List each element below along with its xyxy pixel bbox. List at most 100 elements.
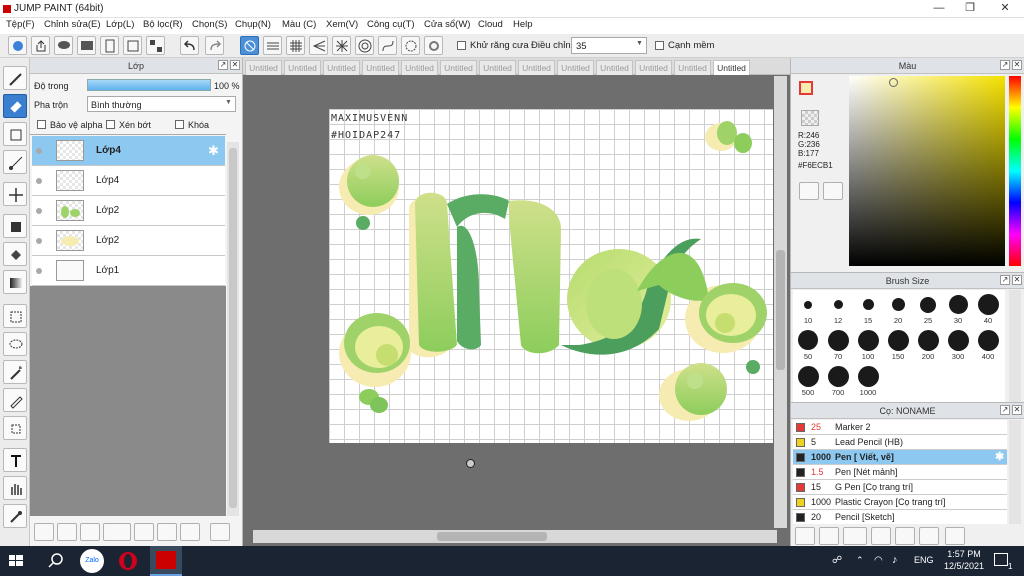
new-canvas-button[interactable] bbox=[8, 36, 27, 55]
opera-icon[interactable] bbox=[116, 549, 140, 573]
brush-size-option[interactable]: 25 bbox=[913, 292, 943, 326]
adjust-select[interactable]: 35 ▼ bbox=[571, 37, 647, 54]
brush-size-option[interactable]: 20 bbox=[883, 292, 913, 326]
close-panel-icon[interactable]: ✕ bbox=[1012, 60, 1022, 70]
menu-window[interactable]: Cửa sổ(W) bbox=[424, 19, 470, 30]
layer-scrollbar[interactable] bbox=[227, 142, 239, 516]
select-eraser-tool[interactable] bbox=[3, 416, 27, 440]
canvas-tab[interactable]: Untitled bbox=[401, 60, 438, 75]
eraser-tool[interactable] bbox=[3, 94, 27, 118]
add-layer-dropdown-icon[interactable] bbox=[103, 523, 131, 541]
new-layer-icon[interactable] bbox=[34, 523, 54, 541]
brush-size-option[interactable]: 700 bbox=[823, 364, 853, 398]
canvas-tab[interactable]: Untitled bbox=[362, 60, 399, 75]
brush-item[interactable]: 25 Marker 2 bbox=[793, 420, 1007, 435]
brush-size-option[interactable]: 40 bbox=[973, 292, 1003, 326]
canvas-tab[interactable]: Untitled bbox=[518, 60, 555, 75]
hand-tool[interactable] bbox=[3, 476, 27, 500]
canvas-tab[interactable]: Untitled bbox=[674, 60, 711, 75]
close-panel-icon[interactable]: ✕ bbox=[230, 60, 240, 70]
brush-menu-icon[interactable] bbox=[843, 527, 867, 545]
canvas-tab[interactable]: Untitled bbox=[479, 60, 516, 75]
clip-checkbox[interactable] bbox=[106, 120, 115, 129]
close-button[interactable]: ✕ bbox=[990, 0, 1020, 18]
menu-layer[interactable]: Lớp(L) bbox=[106, 19, 134, 30]
chevron-up-icon[interactable]: ⌃ bbox=[856, 555, 864, 566]
brush-size-option[interactable]: 70 bbox=[823, 328, 853, 362]
message-button[interactable] bbox=[77, 36, 96, 55]
menu-edit[interactable]: Chỉnh sửa(E) bbox=[44, 19, 101, 30]
close-panel-icon[interactable]: ✕ bbox=[1012, 405, 1022, 415]
wifi-icon[interactable]: ◠ bbox=[874, 555, 883, 566]
duplicate-icon[interactable] bbox=[919, 527, 939, 545]
brush-size-option[interactable]: 10 bbox=[793, 292, 823, 326]
gear-icon[interactable]: ✱ bbox=[995, 450, 1004, 464]
layer-row[interactable]: Lớp2 bbox=[32, 196, 225, 226]
brush-size-option[interactable]: 1000 bbox=[853, 364, 883, 398]
brush-size-option[interactable]: 200 bbox=[913, 328, 943, 362]
layer-row[interactable]: Lớp1 bbox=[32, 256, 225, 286]
clock-time[interactable]: 1:57 PM bbox=[944, 549, 984, 559]
brush-item[interactable]: 5 Lead Pencil (HB) bbox=[793, 435, 1007, 450]
search-icon[interactable] bbox=[44, 549, 68, 573]
brush-size-option[interactable]: 150 bbox=[883, 328, 913, 362]
brush-size-option[interactable]: 300 bbox=[943, 328, 973, 362]
pages-button[interactable] bbox=[123, 36, 142, 55]
brush-item[interactable]: 20 Pencil [Sketch] bbox=[793, 510, 1007, 524]
brush-item[interactable]: 15 G Pen [Cọ trang trí] bbox=[793, 480, 1007, 495]
hue-slider[interactable] bbox=[1009, 76, 1021, 266]
brush-size-option[interactable]: 30 bbox=[943, 292, 973, 326]
brush-item[interactable]: 1000 Pen [ Viết, vẽ] ✱ bbox=[793, 450, 1007, 465]
brush-size-option[interactable]: 400 bbox=[973, 328, 1003, 362]
canvas-tab[interactable]: Untitled bbox=[440, 60, 477, 75]
float-panel-icon[interactable]: ↗ bbox=[1000, 405, 1010, 415]
drawing-canvas[interactable]: MAXIMUSVENN #HOIDAP247 bbox=[329, 109, 773, 443]
menu-filter[interactable]: Bộ lọc(R) bbox=[143, 19, 183, 30]
volume-icon[interactable]: ♪ bbox=[892, 554, 898, 566]
jump-paint-taskbar-button[interactable] bbox=[150, 546, 182, 576]
zalo-icon[interactable]: Zalo bbox=[80, 549, 104, 573]
visibility-icon[interactable] bbox=[36, 208, 42, 214]
blend-select[interactable]: Bình thường ▼ bbox=[87, 96, 236, 112]
undo-button[interactable] bbox=[180, 36, 199, 55]
opacity-slider[interactable] bbox=[87, 79, 211, 91]
gradient-tool[interactable] bbox=[3, 270, 27, 294]
visibility-icon[interactable] bbox=[36, 148, 42, 154]
merge-icon[interactable] bbox=[180, 523, 200, 541]
notification-icon[interactable] bbox=[994, 553, 1008, 566]
float-panel-icon[interactable]: ↗ bbox=[1000, 275, 1010, 285]
color-picker-cursor[interactable] bbox=[889, 78, 898, 87]
close-panel-icon[interactable]: ✕ bbox=[1012, 275, 1022, 285]
add-brush-icon[interactable] bbox=[819, 527, 839, 545]
clock-date[interactable]: 12/5/2021 bbox=[944, 561, 984, 571]
layer-scroll-thumb[interactable] bbox=[229, 148, 237, 508]
brush-item[interactable]: 1000 Plastic Crayon [Cọ trang trí] bbox=[793, 495, 1007, 510]
layer-row[interactable]: Lớp2 bbox=[32, 226, 225, 256]
circle-ruler-button[interactable] bbox=[401, 36, 420, 55]
canvas-tab[interactable]: Untitled bbox=[284, 60, 321, 75]
brush-size-option[interactable]: 500 bbox=[793, 364, 823, 398]
visibility-icon[interactable] bbox=[36, 238, 42, 244]
magic-wand-tool[interactable] bbox=[3, 360, 27, 384]
current-color-swatch[interactable] bbox=[799, 81, 813, 95]
canvas-vscroll-thumb[interactable] bbox=[776, 250, 785, 370]
menu-select[interactable]: Chọn(S) bbox=[192, 19, 227, 30]
menu-tools[interactable]: Công cụ(T) bbox=[367, 19, 415, 30]
redo-button[interactable] bbox=[205, 36, 224, 55]
antialias-checkbox[interactable] bbox=[457, 41, 466, 50]
move-tool[interactable] bbox=[3, 182, 27, 206]
transparent-color-swatch[interactable] bbox=[801, 110, 819, 126]
eyedropper-tool[interactable] bbox=[3, 504, 27, 528]
language-indicator[interactable]: ENG bbox=[914, 555, 934, 565]
canvas-tab[interactable]: Untitled bbox=[635, 60, 672, 75]
fill-rect-tool[interactable] bbox=[3, 214, 27, 238]
perspective-ruler-button[interactable] bbox=[309, 36, 328, 55]
smooth-edge-checkbox[interactable] bbox=[655, 41, 664, 50]
brush-size-option[interactable]: 100 bbox=[853, 328, 883, 362]
canvas-tab-active[interactable]: Untitled bbox=[713, 60, 750, 75]
menu-capture[interactable]: Chụp(N) bbox=[235, 19, 271, 30]
grid-ruler-button[interactable] bbox=[286, 36, 305, 55]
comment-button[interactable] bbox=[54, 36, 73, 55]
canvas-tab[interactable]: Untitled bbox=[596, 60, 633, 75]
gear-icon[interactable]: ✱ bbox=[208, 143, 219, 159]
